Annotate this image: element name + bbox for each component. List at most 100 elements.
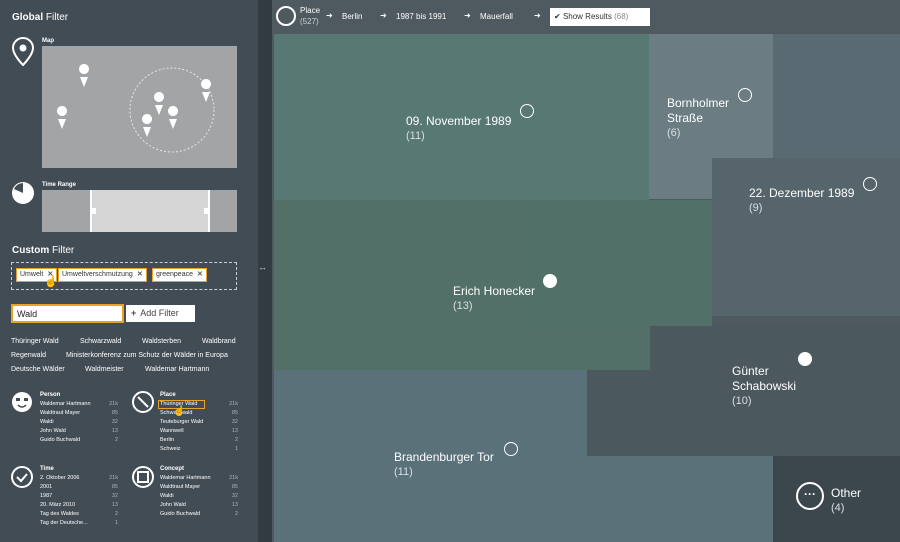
facet-row-label: Waldi: [40, 419, 54, 425]
facet-row-label: 2. Oktober 2006: [40, 475, 80, 481]
show-results-button[interactable]: ✔ Show Results (68): [550, 8, 650, 26]
time-range-label: Time Range: [42, 182, 76, 188]
facet-row-label: Waldtraut Mayer: [160, 484, 201, 490]
facet-row-label: Waldtraut Mayer: [40, 410, 81, 416]
facet-row-count: 85: [111, 484, 118, 490]
map-view[interactable]: [42, 46, 237, 168]
facet-row-count: 2: [234, 511, 238, 517]
facet-row-count: 2: [114, 511, 118, 517]
facet-time-title: Time: [40, 466, 54, 472]
facet-row[interactable]: John Wald 13: [160, 501, 238, 510]
facet-row[interactable]: 1987 32: [40, 492, 118, 501]
suggestion-item[interactable]: Regenwald: [11, 352, 46, 359]
breadcrumb-mauerfall[interactable]: Mauerfall: [480, 12, 513, 21]
tile-label: 22. Dezember 1989 (9): [749, 186, 855, 214]
facet-row[interactable]: 2. Oktober 2006 21k: [40, 474, 118, 483]
tag-remove-icon[interactable]: ✕: [197, 271, 203, 278]
facet-row[interactable]: Waldi 32: [40, 418, 118, 427]
breadcrumb-place[interactable]: Place: [300, 6, 320, 15]
add-filter-button[interactable]: + Add Filter: [126, 305, 195, 322]
more-icon: ···: [796, 482, 824, 510]
suggestion-item[interactable]: Schwarzwald: [80, 338, 121, 345]
arrow-right-icon: ➜: [326, 11, 333, 20]
facet-row[interactable]: 20. März 2010 13: [40, 501, 118, 510]
facet-row[interactable]: Teuteburger Wald 32: [160, 418, 238, 427]
facet-row[interactable]: John Wald 13: [40, 427, 118, 436]
tag-umweltverschmutzung[interactable]: Umweltverschmutzung ✕: [58, 268, 147, 282]
facet-row-count: 13: [231, 428, 238, 434]
arrow-right-icon: ➜: [534, 11, 541, 20]
facet-place-title: Place: [160, 392, 176, 398]
facet-row-count: 2: [114, 437, 118, 443]
facet-row-label: Waldi: [160, 493, 174, 499]
facet-row-count: 85: [231, 410, 238, 416]
facet-row-label: Guido Buchwald: [160, 511, 201, 517]
facet-time-list: 2. Oktober 2006 21k 2001 85 1987 32 20. März 2…: [40, 474, 118, 528]
facet-person-title: Person: [40, 392, 61, 398]
facet-row-count: 85: [231, 484, 238, 490]
tile-brandenburg-ext: [587, 456, 773, 542]
time-range-slider[interactable]: [42, 190, 237, 232]
facet-row-count: 85: [111, 410, 118, 416]
panel-divider[interactable]: ↔: [258, 0, 272, 542]
facet-concept-title: Concept: [160, 466, 184, 472]
suggestion-item[interactable]: Waldsterben: [142, 338, 181, 345]
facet-row[interactable]: Waldtraut Mayer 85: [40, 409, 118, 418]
facet-row[interactable]: Waldtraut Mayer 85: [160, 483, 238, 492]
facet-row[interactable]: Waldemar Hartmann 21k: [40, 400, 118, 409]
compass-icon: [276, 6, 296, 26]
facet-row-label: Berlin: [160, 437, 175, 443]
clock-icon: [863, 177, 877, 191]
facet-row-count: 13: [111, 428, 118, 434]
suggestion-item[interactable]: Deutsche Wälder: [11, 366, 65, 373]
facet-row[interactable]: 2001 85: [40, 483, 118, 492]
facet-row[interactable]: Berlin 2: [160, 436, 238, 445]
suggestion-item[interactable]: Waldemar Hartmann: [145, 366, 209, 373]
facet-row[interactable]: Tag der Deutsche... 1: [40, 519, 118, 528]
facet-row-label: 2001: [40, 484, 53, 490]
suggestion-item[interactable]: Thüringer Wald: [11, 338, 59, 345]
facet-row-count: 32: [111, 493, 118, 499]
facet-row[interactable]: Schwarzwald 85: [160, 409, 238, 418]
breadcrumb-time[interactable]: 1987 bis 1991: [396, 12, 446, 21]
facet-row[interactable]: Guido Buchwald 2: [40, 436, 118, 445]
suggestion-item[interactable]: Waldmeister: [85, 366, 124, 373]
facet-row-label: 1987: [40, 493, 53, 499]
facet-row-count: 1: [114, 520, 118, 526]
facet-row-count: 13: [111, 502, 118, 508]
facet-row-label: Tag des Waldes: [40, 511, 79, 517]
facet-row[interactable]: Tag des Waldes 2: [40, 510, 118, 519]
suggestion-item[interactable]: Waldbrand: [202, 338, 236, 345]
facet-row-label: Tag der Deutsche...: [40, 520, 88, 526]
search-input[interactable]: Wald: [11, 304, 124, 323]
custom-filter-heading: Custom Filter: [12, 245, 75, 256]
facet-row-label: John Wald: [40, 428, 66, 434]
facet-row[interactable]: Guido Buchwald 2: [160, 510, 238, 519]
facet-row-label: Teuteburger Wald: [160, 419, 204, 425]
left-panel: Global Filter Map Time Range Custom Filt…: [0, 0, 258, 542]
tile-label: 09. November 1989 (11): [406, 114, 512, 142]
facet-row[interactable]: Waldemar Hartmann 21k: [160, 474, 238, 483]
map-label: Map: [42, 38, 54, 44]
map-pin-icon: [11, 36, 35, 66]
facet-row[interactable]: Wannwell 13: [160, 427, 238, 436]
breadcrumb-berlin[interactable]: Berlin: [342, 12, 362, 21]
facet-concept-list: Waldemar Hartmann 21k Waldtraut Mayer 85 Wal…: [160, 474, 238, 519]
time-icon: [11, 466, 33, 488]
facet-row-label: Wannwell: [160, 428, 184, 434]
facet-row-count: 13: [231, 502, 238, 508]
facet-row[interactable]: Waldi 32: [160, 492, 238, 501]
suggestion-item[interactable]: Ministerkonferenz zum Schutz der Wälder …: [66, 352, 228, 359]
global-filter-heading: Global Filter: [12, 12, 69, 23]
facet-row-count: 32: [231, 493, 238, 499]
compass-icon: [132, 391, 154, 413]
facet-row-count: 21k: [109, 475, 118, 481]
facet-row-count: 32: [111, 419, 118, 425]
facet-row-label: Waldemar Hartmann: [160, 475, 211, 481]
tag-greenpeace[interactable]: greenpeace ✕: [152, 268, 207, 282]
facet-row[interactable]: Schweiz 1: [160, 445, 238, 454]
tag-remove-icon[interactable]: ✕: [137, 271, 143, 278]
person-icon: [12, 392, 32, 412]
facet-row-label: Schweiz: [160, 446, 181, 452]
resize-arrows-icon[interactable]: ↔: [258, 262, 267, 272]
